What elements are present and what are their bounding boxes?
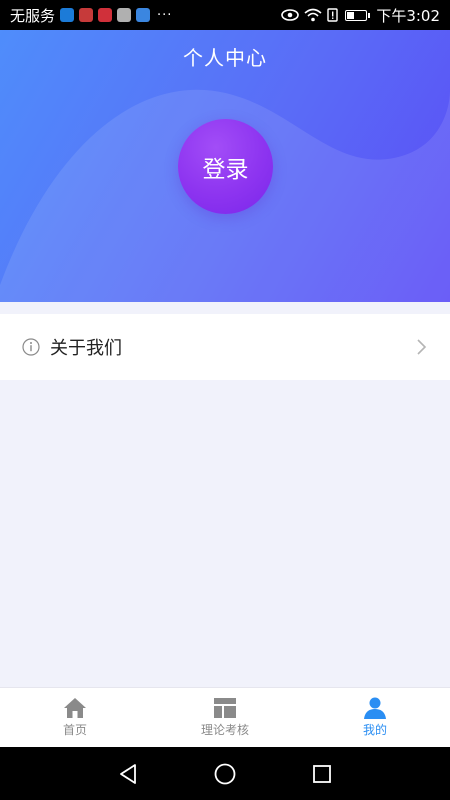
tab-mine[interactable]: 我的 [300, 697, 450, 738]
huawei-app-icon [98, 8, 113, 22]
doc-app-icon [79, 8, 94, 22]
eye-icon [281, 9, 300, 21]
status-left: 无服务 ··· [10, 5, 172, 26]
wifi-icon [304, 8, 322, 22]
tab-home-label: 首页 [62, 723, 87, 737]
video-app-icon [60, 8, 75, 22]
home-nav-button[interactable] [210, 759, 240, 789]
status-bar: 无服务 ··· 下午3:02 [0, 0, 450, 30]
user-icon [364, 697, 386, 719]
back-triangle-icon [120, 763, 137, 784]
tab-theory-exam[interactable]: 理论考核 [150, 697, 300, 738]
battery-icon [345, 9, 371, 21]
more-notifications: ··· [157, 7, 173, 23]
layout-icon [214, 698, 236, 718]
gallery-app-icon [117, 8, 132, 22]
music-app-icon [136, 8, 151, 22]
tab-home[interactable]: 首页 [0, 697, 150, 738]
about-us-label: 关于我们 [50, 338, 122, 359]
sim-alert-icon [327, 8, 339, 22]
recents-square-icon [312, 764, 331, 783]
login-button-label: 登录 [202, 156, 249, 183]
tab-mine-label: 我的 [362, 723, 387, 737]
profile-header: 个人中心 登录 [0, 30, 450, 302]
tab-theory-exam-label: 理论考核 [200, 723, 249, 737]
info-icon [22, 338, 40, 356]
list-item-about-us[interactable]: 关于我们 [0, 314, 450, 380]
home-circle-icon [214, 763, 236, 784]
home-icon [64, 698, 86, 718]
recents-button[interactable] [307, 759, 337, 789]
system-nav-bar [0, 747, 450, 800]
back-button[interactable] [113, 759, 143, 789]
login-button[interactable]: 登录 [178, 119, 273, 214]
carrier-text: 无服务 [10, 6, 56, 25]
page-title: 个人中心 [183, 46, 267, 70]
chevron-right-icon [417, 339, 427, 355]
clock-text: 下午3:02 [376, 6, 440, 25]
status-right: 下午3:02 [281, 5, 440, 26]
bottom-tab-bar: 首页 理论考核 我的 [0, 687, 450, 747]
